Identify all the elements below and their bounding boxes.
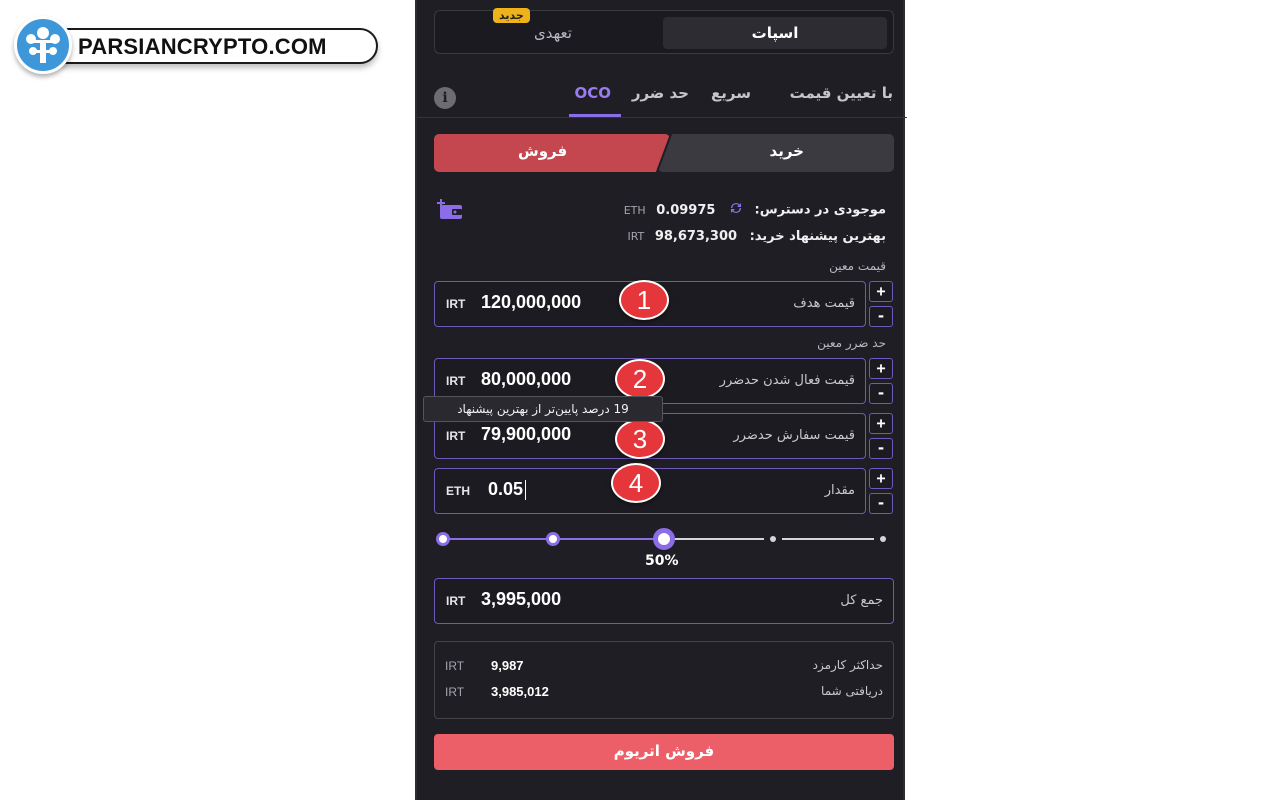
order-summary: حداکثر کارمزد 9,987 IRT دریافتی شما 3,98… <box>434 641 894 719</box>
receive-unit: IRT <box>445 685 465 699</box>
slider-track-empty-2 <box>782 538 874 540</box>
target-price-unit: IRT <box>446 297 466 311</box>
receive-row: دریافتی شما 3,985,012 IRT <box>445 684 883 704</box>
info-icon[interactable]: i <box>434 87 456 109</box>
wallet-add-icon[interactable] <box>436 199 464 221</box>
total-value: 3,995,000 <box>481 589 562 609</box>
annotation-marker-2: 2 <box>615 359 665 399</box>
watermark-pill: PARSIANCRYPTO.COM <box>50 28 378 64</box>
best-bid-value: 98,673,300 <box>654 229 738 244</box>
stop-order-value: 79,900,000 <box>481 424 572 444</box>
stop-trigger-decrement-button[interactable]: - <box>869 383 893 404</box>
fee-unit: IRT <box>445 659 465 673</box>
balance-unit: ETH <box>623 203 646 217</box>
stop-order-unit: IRT <box>446 429 466 443</box>
amount-value-text: 0.05 <box>488 479 524 499</box>
target-price-stepper: + - <box>869 281 893 327</box>
stop-trigger-label: قیمت فعال شدن حدضرر <box>719 373 855 388</box>
amount-increment-button[interactable]: + <box>869 468 893 489</box>
watermark-text: PARSIANCRYPTO.COM <box>78 34 327 59</box>
total-label: جمع کل <box>840 593 883 608</box>
annotation-marker-4: 4 <box>611 463 661 503</box>
market-type-switch: اسپات تعهدی جدید <box>434 8 894 54</box>
tab-market[interactable]: سریع <box>711 84 751 102</box>
balance-value: 0.09975 <box>656 202 716 218</box>
total-unit: IRT <box>446 594 466 608</box>
stop-order-decrement-button[interactable]: - <box>869 438 893 459</box>
slider-step-100[interactable] <box>880 536 886 542</box>
slider-track-empty <box>672 538 764 540</box>
new-badge: جدید <box>493 8 530 23</box>
fee-row: حداکثر کارمزد 9,987 IRT <box>445 658 883 678</box>
fee-label: حداکثر کارمزد <box>812 658 883 672</box>
amount-percent-slider[interactable] <box>434 526 894 554</box>
tree-icon-graphic <box>26 27 60 63</box>
available-balance-row: موجودی در دسترس: 0.09975 ETH <box>624 200 886 220</box>
slider-step-0[interactable] <box>436 532 450 546</box>
total-field[interactable]: جمع کل 3,995,000 IRT <box>434 578 894 624</box>
tab-stop-loss[interactable]: حد ضرر <box>632 84 689 102</box>
amount-label: مقدار <box>824 483 855 498</box>
target-price-value: 120,000,000 <box>481 292 582 312</box>
side-selector: خرید فروش <box>434 134 894 172</box>
slider-percent-label: 50% <box>645 553 679 569</box>
tab-futures[interactable]: تعهدی <box>441 17 665 49</box>
stop-section-label: حد ضرر معین <box>817 336 886 350</box>
receive-label: دریافتی شما <box>821 684 883 698</box>
stop-trigger-tooltip: 19 درصد پایین‌تر از بهترین پیشنهاد <box>423 396 663 422</box>
amount-decrement-button[interactable]: - <box>869 493 893 514</box>
receive-value: 3,985,012 <box>491 684 549 699</box>
stop-trigger-value: 80,000,000 <box>481 369 572 389</box>
annotation-marker-3: 3 <box>615 419 665 459</box>
amount-unit: ETH <box>446 484 470 498</box>
target-price-label: قیمت هدف <box>793 296 855 311</box>
limit-section-label: قیمت معین <box>829 259 886 273</box>
buy-label: خرید <box>769 142 804 160</box>
best-bid-label: بهترین پیشنهاد خرید: <box>749 229 886 244</box>
tab-oco[interactable]: OCO <box>574 84 611 102</box>
amount-stepper: + - <box>869 468 893 514</box>
sell-label: فروش <box>518 142 568 160</box>
active-tab-indicator <box>569 114 621 117</box>
stop-trigger-increment-button[interactable]: + <box>869 358 893 379</box>
sell-ethereum-button[interactable]: فروش اتریوم <box>434 734 894 770</box>
best-bid-row: بهترین پیشنهاد خرید: 98,673,300 IRT <box>627 229 886 244</box>
target-price-increment-button[interactable]: + <box>869 281 893 302</box>
target-price-decrement-button[interactable]: - <box>869 306 893 327</box>
annotation-marker-1: 1 <box>619 280 669 320</box>
stop-order-stepper: + - <box>869 413 893 459</box>
trade-panel: اسپات تعهدی جدید با تعیین قیمت سریع حد ض… <box>415 0 907 800</box>
slider-step-25[interactable] <box>546 532 560 546</box>
refresh-icon[interactable] <box>728 200 744 220</box>
slider-thumb[interactable] <box>653 528 675 550</box>
fee-value: 9,987 <box>491 658 524 673</box>
logo-tree-icon <box>14 16 72 74</box>
stop-order-label: قیمت سفارش حدضرر <box>733 428 855 443</box>
slider-step-75[interactable] <box>770 536 776 542</box>
best-bid-unit: IRT <box>627 230 645 243</box>
tab-limit[interactable]: با تعیین قیمت <box>790 84 893 102</box>
tab-spot[interactable]: اسپات <box>663 17 887 49</box>
screenshot-stage: PARSIANCRYPTO.COM اسپات تعهدی جدید با تع… <box>0 0 1280 800</box>
amount-value: 0.05 <box>488 479 527 501</box>
stop-trigger-unit: IRT <box>446 374 466 388</box>
stop-order-increment-button[interactable]: + <box>869 413 893 434</box>
order-type-tabs: با تعیین قیمت سریع حد ضرر OCO i <box>417 72 907 118</box>
watermark-logo: PARSIANCRYPTO.COM <box>14 16 378 74</box>
balance-label: موجودی در دسترس: <box>754 202 887 218</box>
stop-trigger-stepper: + - <box>869 358 893 404</box>
text-cursor <box>525 480 527 501</box>
